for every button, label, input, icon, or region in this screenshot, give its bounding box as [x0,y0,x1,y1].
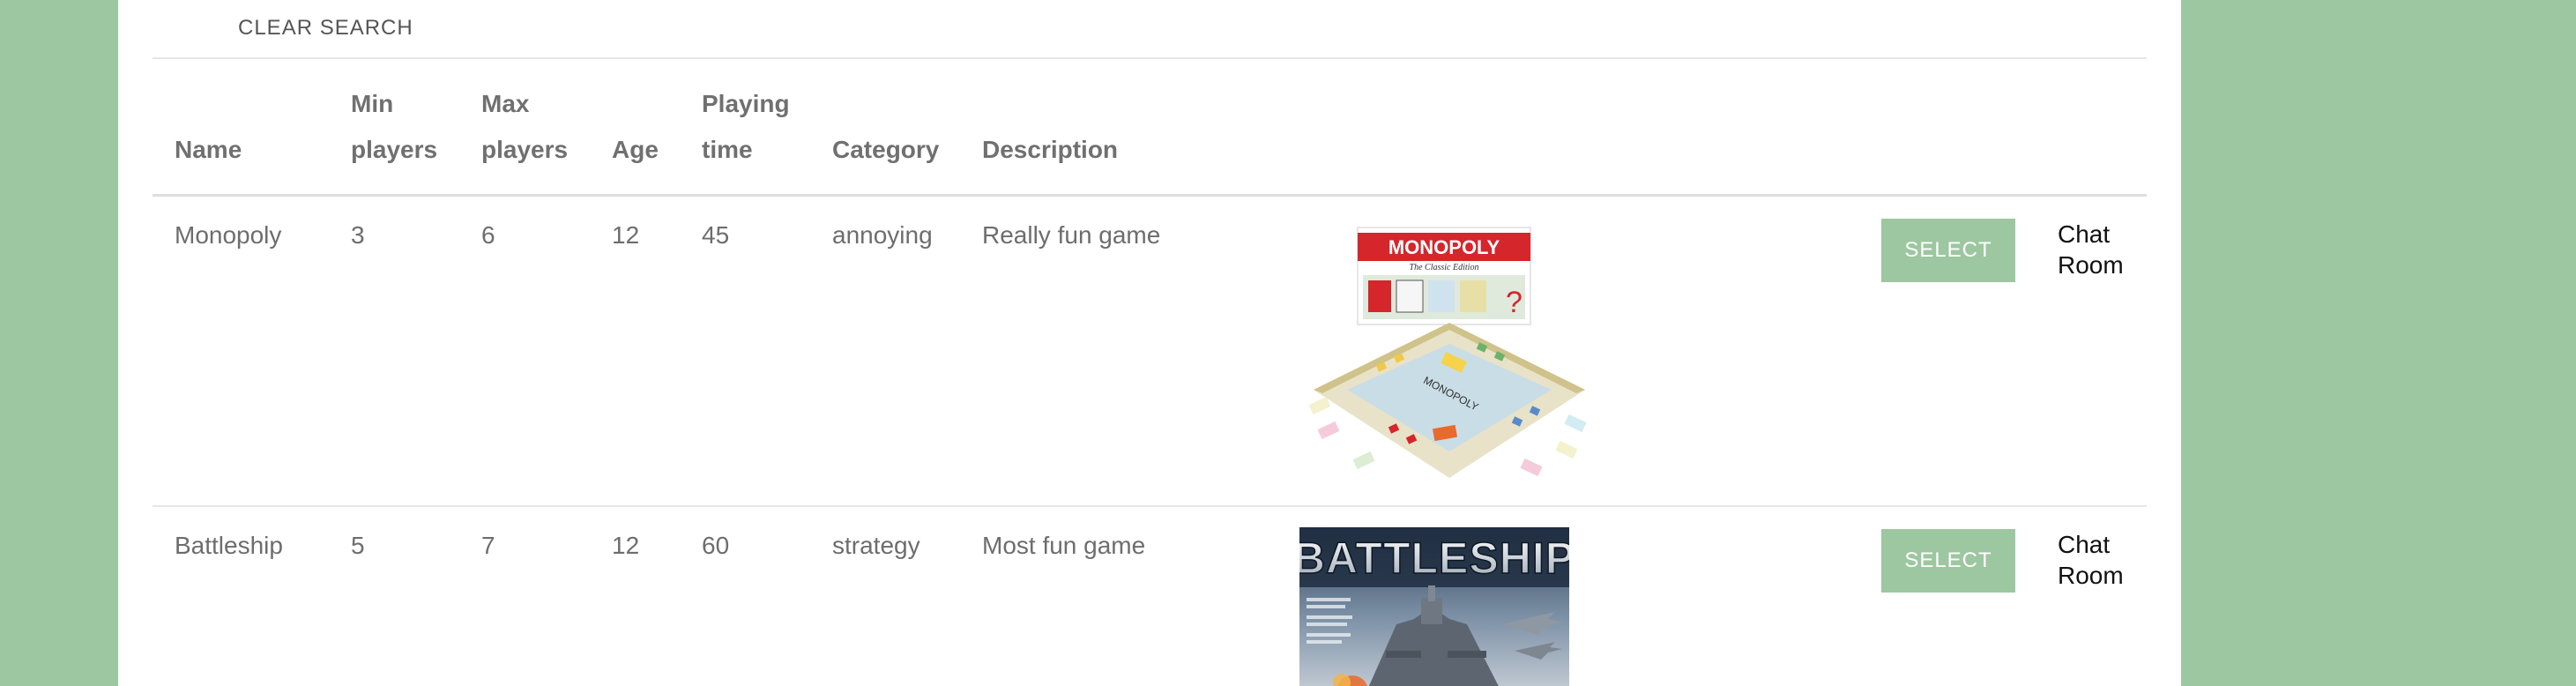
cell-max-players: 7 [481,532,495,559]
header-name: Name [175,136,242,163]
header-playing-time-line2: time [702,136,753,163]
cell-min-players: 3 [351,221,365,249]
cell-category: annoying [832,221,933,249]
monopoly-subtitle-text: The Classic Edition [1410,263,1479,272]
cell-name: Battleship [175,532,283,559]
chat-room-line2: Room [2058,251,2124,279]
select-button[interactable]: SELECT [1881,529,2015,593]
svg-text:?: ? [1506,286,1523,319]
battleship-logo-text: BATTLESHIP [1299,533,1569,583]
header-min-players-line1: Min [351,90,394,117]
header-playing-time: Playing time [702,81,790,173]
clear-search-link[interactable]: CLEAR SEARCH [238,16,413,41]
chat-room-link[interactable]: Chat Room [2058,219,2132,280]
header-min-players: Min players [351,81,437,173]
header-age: Age [612,136,659,163]
header-divider [153,194,2147,197]
cell-playing-time: 60 [702,532,730,559]
header-min-players-line2: players [351,136,438,163]
cell-age: 12 [612,221,640,249]
battleship-box-image: BATTLESHIP [1299,527,1569,686]
header-category: Category [832,136,940,163]
chat-room-line1: Chat [2058,220,2111,248]
cell-description: Really fun game [982,221,1161,249]
cell-min-players: 5 [351,532,365,559]
monopoly-box-image: MONOPOLY The Classic Edition ? MONOPOLY [1301,224,1597,488]
header-description: Description [982,136,1119,163]
header-playing-time-line1: Playing [702,90,790,117]
chat-room-link[interactable]: Chat Room [2058,529,2132,591]
cell-category: strategy [832,532,920,559]
chat-room-line1: Chat [2058,531,2111,558]
cell-age: 12 [612,532,640,559]
header-max-players: Max players [481,81,568,173]
header-max-players-line1: Max [481,90,530,117]
content-panel: CLEAR SEARCH Name Min players Max player… [118,0,2181,686]
cell-name: Monopoly [175,221,282,249]
chat-room-line2: Room [2058,562,2124,589]
cell-max-players: 6 [481,221,495,249]
cell-description: Most fun game [982,532,1146,559]
cell-playing-time: 45 [702,221,730,249]
header-max-players-line2: players [481,136,569,163]
select-button[interactable]: SELECT [1881,219,2015,282]
divider [153,57,2147,59]
row-divider [153,505,2147,507]
monopoly-logo-text: MONOPOLY [1389,236,1500,258]
